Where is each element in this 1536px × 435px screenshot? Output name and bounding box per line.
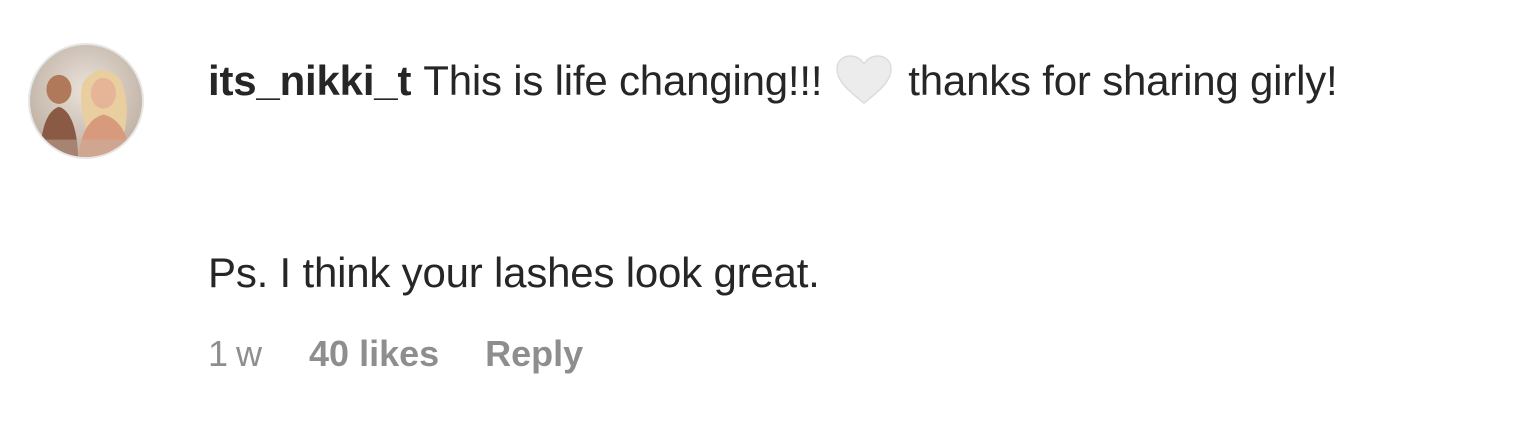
comment-body: its_nikki_t This is life changing!!! thank… bbox=[208, 48, 1518, 374]
comment-text: its_nikki_t This is life changing!!! thank… bbox=[208, 48, 1518, 114]
username-link[interactable]: its_nikki_t bbox=[208, 57, 411, 104]
comment-text-part-2: thanks for sharing girly! bbox=[908, 57, 1338, 104]
avatar[interactable] bbox=[28, 43, 144, 159]
reply-button[interactable]: Reply bbox=[485, 333, 583, 375]
comment: its_nikki_t This is life changing!!! thank… bbox=[0, 0, 1536, 435]
timestamp[interactable]: 1 w bbox=[208, 333, 262, 375]
avatar-image bbox=[30, 45, 142, 157]
comment-meta: 1 w 40 likes Reply bbox=[208, 333, 583, 375]
likes-count[interactable]: 40 likes bbox=[309, 333, 439, 375]
white-heart-icon bbox=[834, 53, 894, 107]
comment-text-part-1: This is life changing!!! bbox=[423, 57, 823, 104]
comment-text-second-paragraph: Ps. I think your lashes look great. bbox=[208, 249, 820, 296]
